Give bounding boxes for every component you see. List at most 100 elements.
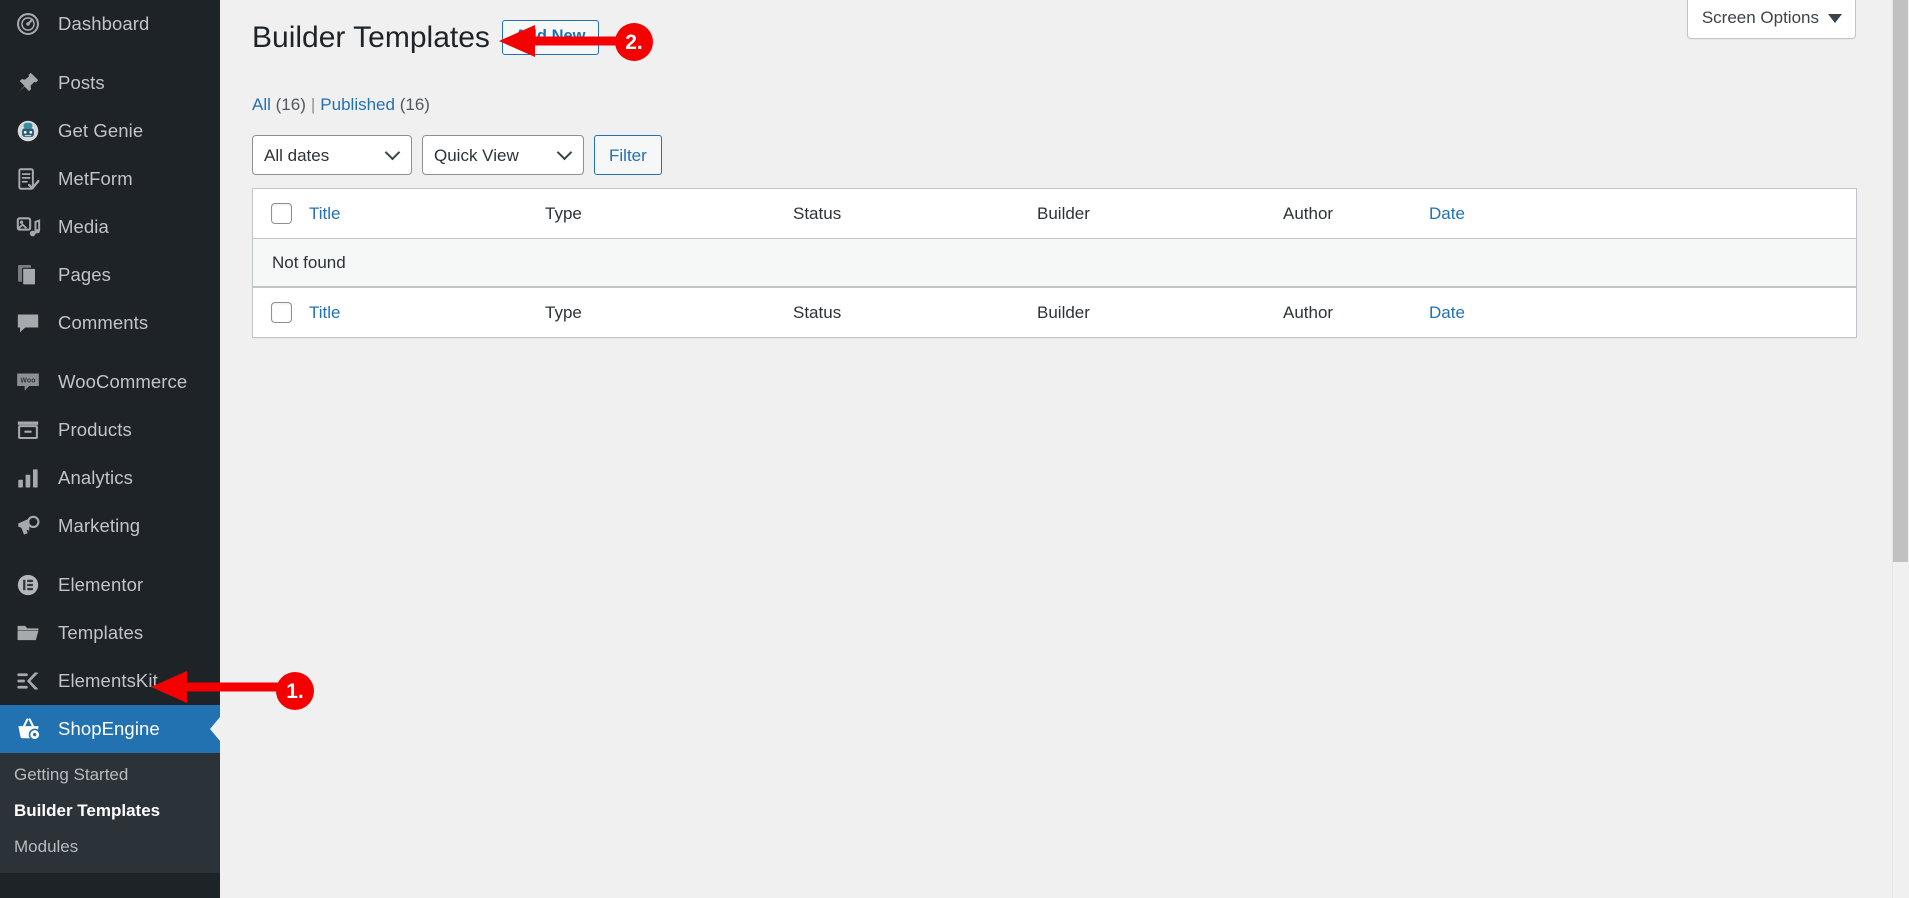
megaphone-icon xyxy=(12,510,44,542)
screen-options-label: Screen Options xyxy=(1701,8,1819,27)
wp-admin-screen: Dashboard Posts Get Genie MetForm Media Pages… xyxy=(0,0,1909,898)
column-footer-title: Title xyxy=(309,303,545,323)
column-header-title: Title xyxy=(309,204,545,224)
submenu-item-builder-templates[interactable]: Builder Templates xyxy=(0,793,220,829)
sidebar-item-label: WooCommerce xyxy=(58,370,188,392)
table-empty-row: Not found xyxy=(253,239,1856,287)
sidebar-item-templates[interactable]: Templates xyxy=(0,609,220,657)
sidebar-item-label: Analytics xyxy=(58,466,133,488)
dashboard-icon xyxy=(12,8,44,40)
screen-meta-links: Screen Options xyxy=(1686,0,1856,39)
sort-link-date[interactable]: Date xyxy=(1429,204,1465,223)
view-link-all[interactable]: All xyxy=(252,95,271,114)
sidebar-item-label: Comments xyxy=(58,311,149,333)
submenu-item-modules[interactable]: Modules xyxy=(0,829,220,865)
sidebar-item-comments[interactable]: Comments xyxy=(0,299,220,347)
date-filter-select[interactable]: All dates xyxy=(252,135,412,175)
add-new-button[interactable]: Add New xyxy=(501,20,599,55)
filter-button[interactable]: Filter xyxy=(594,135,662,175)
bar-chart-icon xyxy=(12,462,44,494)
sidebar-item-elementskit[interactable]: ElementsKit xyxy=(0,657,220,705)
empty-message: Not found xyxy=(272,252,346,272)
page-scrollbar-thumb[interactable] xyxy=(1893,0,1908,562)
sidebar-item-woocommerce[interactable]: Woo WooCommerce xyxy=(0,358,220,406)
media-icon xyxy=(12,211,44,243)
column-header-type: Type xyxy=(545,203,582,223)
sidebar-separator xyxy=(0,48,220,59)
shopengine-basket-icon xyxy=(12,713,44,745)
sidebar-item-posts[interactable]: Posts xyxy=(0,59,220,107)
sidebar-item-products[interactable]: Products xyxy=(0,406,220,454)
view-filter-wrapper: Quick View xyxy=(422,135,584,175)
column-footer-date: Date xyxy=(1429,303,1856,323)
sidebar-item-label: Get Genie xyxy=(58,119,144,141)
page-title: Builder Templates xyxy=(252,21,490,54)
column-footer-status: Status xyxy=(793,302,842,322)
views-divider: | xyxy=(310,95,316,114)
column-header-author: Author xyxy=(1283,203,1334,223)
form-icon xyxy=(12,163,44,195)
sidebar-item-label: Elementor xyxy=(58,573,144,595)
templates-table: Title Type Status Builder Author Date No… xyxy=(252,188,1857,338)
select-all-checkbox[interactable] xyxy=(270,203,292,224)
page-scrollbar[interactable] xyxy=(1892,0,1909,898)
woo-icon: Woo xyxy=(12,366,44,398)
select-all-checkbox-cell xyxy=(253,203,309,224)
comment-icon xyxy=(12,307,44,339)
sidebar-item-marketing[interactable]: Marketing xyxy=(0,502,220,550)
submenu-item-getting-started[interactable]: Getting Started xyxy=(0,757,220,793)
column-header-status: Status xyxy=(793,203,842,223)
folder-icon xyxy=(12,617,44,649)
column-footer-type: Type xyxy=(545,302,582,322)
column-header-date: Date xyxy=(1429,204,1856,224)
table-footer-row: Title Type Status Builder Author Date xyxy=(253,287,1856,337)
products-icon xyxy=(12,414,44,446)
pin-icon xyxy=(12,67,44,99)
annotation-badge-2: 2. xyxy=(615,23,653,61)
sidebar-item-label: Products xyxy=(58,418,132,440)
sort-link-title-footer[interactable]: Title xyxy=(309,303,341,322)
table-navigation-top: All dates Quick View Filter xyxy=(252,135,662,175)
sidebar-item-media[interactable]: Media xyxy=(0,203,220,251)
view-link-published[interactable]: Published xyxy=(320,95,395,114)
sidebar-item-label: Media xyxy=(58,215,109,237)
column-header-builder: Builder xyxy=(1037,203,1090,223)
sidebar-item-label: Templates xyxy=(58,621,144,643)
sidebar-item-label: Marketing xyxy=(58,514,141,536)
select-all-checkbox-footer[interactable] xyxy=(270,302,292,323)
elementskit-icon xyxy=(12,665,44,697)
sidebar-separator xyxy=(0,550,220,561)
sidebar-item-shopengine[interactable]: ShopEngine xyxy=(0,705,220,753)
sidebar-item-label: Dashboard xyxy=(58,12,150,34)
pages-icon xyxy=(12,259,44,291)
sidebar-separator xyxy=(0,347,220,358)
sort-link-date-footer[interactable]: Date xyxy=(1429,303,1465,322)
sidebar-item-metform[interactable]: MetForm xyxy=(0,155,220,203)
view-count-published: (16) xyxy=(399,95,430,114)
admin-sidebar: Dashboard Posts Get Genie MetForm Media Pages… xyxy=(0,0,220,898)
svg-text:Woo: Woo xyxy=(20,377,35,384)
view-count-all: (16) xyxy=(275,95,306,114)
shopengine-submenu: Getting Started Builder Templates Module… xyxy=(0,753,220,873)
sort-link-title[interactable]: Title xyxy=(309,204,341,223)
elementor-icon xyxy=(12,569,44,601)
sidebar-item-label: Posts xyxy=(58,71,105,93)
views-filter-links: All (16) | Published (16) xyxy=(252,95,430,115)
sidebar-item-analytics[interactable]: Analytics xyxy=(0,454,220,502)
date-filter-wrapper: All dates xyxy=(252,135,412,175)
select-all-checkbox-cell-footer xyxy=(253,302,309,323)
view-filter-select[interactable]: Quick View xyxy=(422,135,584,175)
content-area: Screen Options Builder Templates Add New… xyxy=(220,0,1889,898)
sidebar-item-elementor[interactable]: Elementor xyxy=(0,561,220,609)
sidebar-item-pages[interactable]: Pages xyxy=(0,251,220,299)
sidebar-item-dashboard[interactable]: Dashboard xyxy=(0,0,220,48)
table-header-row: Title Type Status Builder Author Date xyxy=(253,189,1856,239)
column-footer-builder: Builder xyxy=(1037,302,1090,322)
sidebar-item-label: ElementsKit xyxy=(58,669,158,691)
screen-options-button[interactable]: Screen Options xyxy=(1686,0,1856,39)
page-title-row: Builder Templates Add New xyxy=(252,18,599,57)
robot-icon xyxy=(12,115,44,147)
annotation-badge-1: 1. xyxy=(276,672,314,710)
sidebar-item-label: MetForm xyxy=(58,167,133,189)
sidebar-item-get-genie[interactable]: Get Genie xyxy=(0,107,220,155)
